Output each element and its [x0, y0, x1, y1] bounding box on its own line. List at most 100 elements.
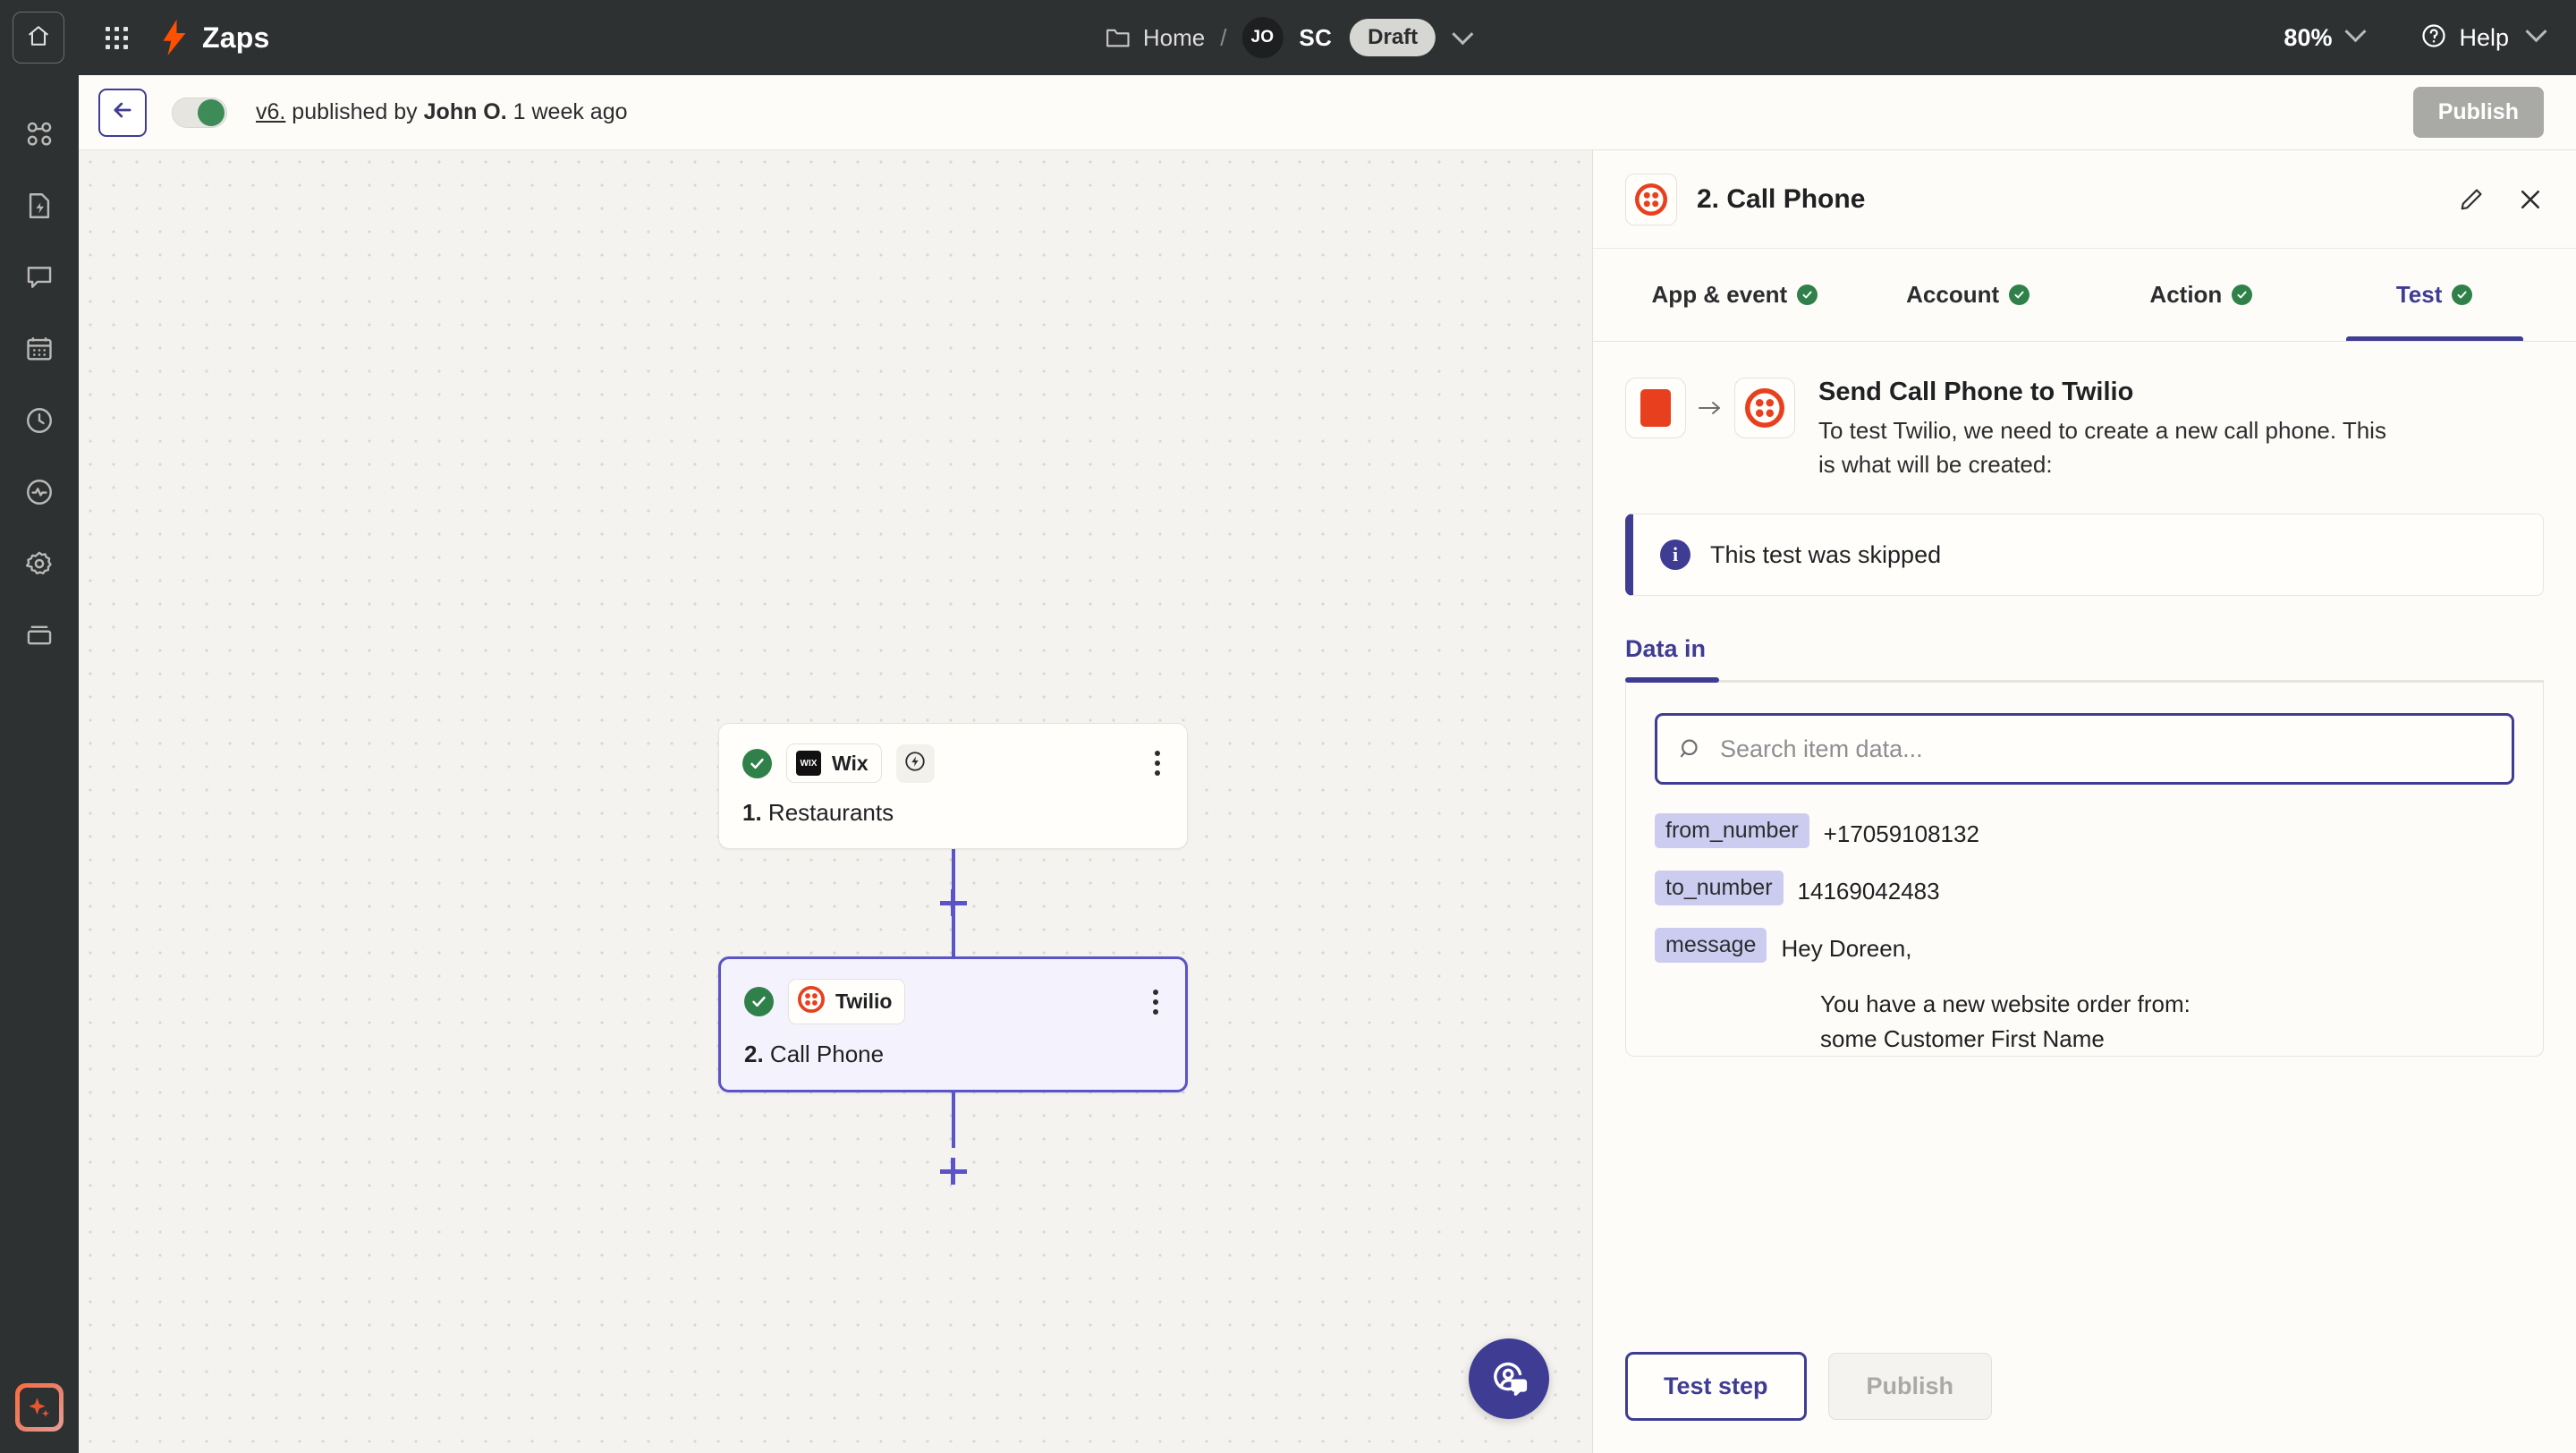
twilio-icon	[1625, 173, 1677, 225]
panel-header: 2. Call Phone	[1593, 150, 2576, 249]
check-circle-icon	[1797, 285, 1818, 305]
chevron-down-icon	[2344, 21, 2367, 47]
zap-node-header: Twilio	[744, 979, 1162, 1024]
breadcrumb-home[interactable]: Home	[1143, 24, 1205, 52]
top-bar-right: 80% Help	[2284, 21, 2576, 54]
tab-label: Test	[2395, 281, 2443, 308]
add-step-button[interactable]	[937, 887, 970, 919]
zap-runs-icon	[24, 191, 55, 225]
page-title: 2. Call Phone	[1697, 183, 1866, 214]
main-column: v6. published by John O. 1 week ago Publ…	[79, 75, 2576, 1453]
search-wrapper	[1655, 713, 2514, 786]
test-summary-text: Send Call Phone to Twilio To test Twilio…	[1818, 378, 2409, 481]
publish-button-top[interactable]: Publish	[2412, 87, 2544, 138]
close-x-icon[interactable]	[2517, 186, 2544, 213]
settings-gear-icon	[24, 548, 55, 583]
sidebar-item-history[interactable]	[11, 394, 68, 451]
left-nav	[0, 75, 79, 1453]
message-body-line: You have a new website order from:	[1820, 990, 2190, 1018]
ai-sparkle-icon	[20, 1388, 59, 1427]
zap-node-trigger[interactable]: WIX Wix 1. Restaurants	[718, 723, 1188, 849]
app-chip-wix: WIX Wix	[786, 743, 882, 783]
kebab-menu-icon[interactable]	[1149, 986, 1162, 1018]
pencil-icon[interactable]	[2458, 186, 2485, 213]
search-icon	[1678, 736, 1703, 761]
publish-button[interactable]: Publish	[1827, 1352, 1993, 1420]
calendar-icon	[24, 334, 55, 369]
test-summary: Send Call Phone to Twilio To test Twilio…	[1625, 378, 2544, 481]
wix-glyph	[1640, 389, 1671, 427]
ai-assistant-button[interactable]	[15, 1383, 64, 1432]
zoom-control[interactable]: 80%	[2284, 21, 2367, 52]
connector-line	[951, 1092, 955, 1148]
message-body: You have a new website order from: some …	[1820, 987, 2514, 1056]
help-menu[interactable]: Help	[2420, 21, 2547, 54]
sidebar-item-activity[interactable]	[11, 465, 68, 523]
connector-1	[718, 849, 1188, 956]
data-field-row: to_number 14169042483	[1655, 871, 2514, 908]
sidebar-item-settings[interactable]	[11, 537, 68, 594]
avatar[interactable]: JO	[1241, 17, 1284, 58]
info-icon: i	[1660, 540, 1690, 571]
brand-title: Zaps	[202, 21, 270, 54]
kebab-menu-icon[interactable]	[1151, 747, 1164, 779]
twilio-icon	[1734, 378, 1795, 438]
status-badge[interactable]: Draft	[1350, 19, 1436, 56]
add-step-button[interactable]	[937, 1155, 970, 1187]
check-circle-icon	[2009, 285, 2030, 305]
subtab-data-in[interactable]: Data in	[1625, 635, 1759, 684]
tab-action[interactable]: Action	[2085, 249, 2318, 341]
zapier-bolt-icon	[161, 20, 188, 55]
trigger-bolt-button[interactable]	[895, 743, 935, 783]
tab-account[interactable]: Account	[1852, 249, 2085, 341]
field-value: +17059108132	[1823, 820, 1979, 848]
published-by-label: published by	[285, 99, 424, 124]
version-link[interactable]: v6.	[256, 99, 285, 124]
editor-sub-bar: v6. published by John O. 1 week ago Publ…	[79, 75, 2576, 150]
test-step-button[interactable]: Test step	[1625, 1351, 1807, 1421]
zap-node-name: Restaurants	[761, 799, 894, 826]
sidebar-item-chat[interactable]	[11, 251, 68, 308]
app-chip-twilio: Twilio	[788, 979, 906, 1024]
zap-node-number: 1.	[742, 799, 762, 826]
banner-text: This test was skipped	[1710, 540, 1942, 568]
chevron-down-icon[interactable]	[1452, 22, 1474, 46]
field-key: to_number	[1655, 871, 1784, 906]
sidebar-item-calendar[interactable]	[11, 322, 68, 379]
data-subtabs: Data in	[1625, 635, 2544, 684]
tables-icon	[24, 620, 55, 655]
help-label: Help	[2459, 23, 2509, 51]
zap-node-header: WIX Wix	[742, 743, 1164, 783]
tab-app-and-event[interactable]: App & event	[1618, 249, 1852, 341]
version-info: v6. published by John O. 1 week ago	[256, 99, 628, 125]
data-field-row: message Hey Doreen,	[1655, 928, 2514, 965]
chat-icon	[24, 262, 55, 297]
zap-flow: WIX Wix 1. Restaurants Twilio 2. Call Ph…	[718, 723, 1188, 1191]
test-description: To test Twilio, we need to create a new …	[1818, 417, 2386, 478]
message-body-line: some Customer First Name	[1820, 1024, 2105, 1052]
zaps-icon	[24, 119, 55, 154]
tab-label: Action	[2149, 281, 2223, 308]
support-chat-button[interactable]	[1469, 1338, 1549, 1419]
app-name: Twilio	[835, 990, 893, 1013]
field-value: 14169042483	[1797, 878, 1940, 905]
home-button[interactable]	[13, 12, 64, 64]
breadcrumb-separator: /	[1220, 23, 1227, 51]
body: v6. published by John O. 1 week ago Publ…	[0, 75, 2576, 1453]
wix-icon: WIX	[796, 751, 821, 776]
zap-enabled-toggle[interactable]	[172, 97, 227, 128]
back-button[interactable]	[98, 88, 147, 137]
zap-canvas[interactable]: WIX Wix 1. Restaurants Twilio 2. Call Ph…	[79, 150, 1592, 1453]
sidebar-item-tables[interactable]	[11, 608, 68, 666]
tab-test[interactable]: Test	[2318, 249, 2551, 341]
account-initials: SC	[1299, 23, 1333, 51]
field-value: Hey Doreen,	[1781, 935, 1912, 963]
search-input[interactable]	[1655, 713, 2514, 786]
sidebar-item-zap-runs[interactable]	[11, 179, 68, 236]
sidebar-item-zaps[interactable]	[11, 107, 68, 165]
trigger-bolt-icon	[903, 750, 927, 777]
apps-grid-button[interactable]	[91, 13, 141, 63]
app-name: Wix	[832, 751, 869, 775]
tab-label: Account	[1906, 281, 2000, 308]
zap-node-action[interactable]: Twilio 2. Call Phone	[718, 956, 1188, 1092]
